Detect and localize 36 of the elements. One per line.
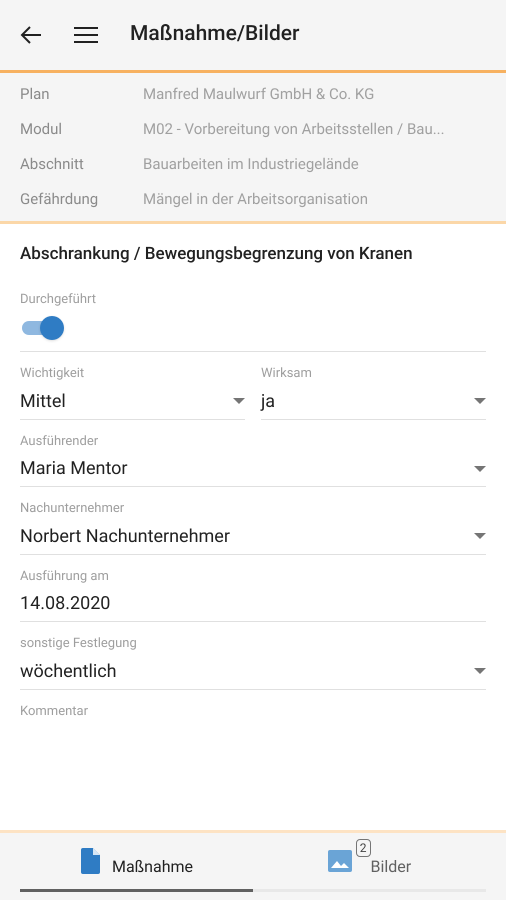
bottom-tab[interactable]: 2 Bilder [253,833,486,892]
field-label: Wirksam [261,365,313,383]
page-title: Maßnahme/Bilder [130,21,300,48]
dropdown-caret-icon [233,398,245,404]
field-label: Ausführender [20,432,100,450]
dropdown-field[interactable]: Maria Mentor [20,451,486,487]
field-label: Durchgeführt [20,290,97,308]
field-label: Nachunternehmer [20,500,126,518]
field-label: sonstige Festlegung [20,635,138,653]
dropdown-caret-icon [474,533,486,539]
info-label: Plan [20,84,51,106]
dropdown-caret-icon [474,466,486,472]
back-arrow-icon[interactable] [20,25,42,45]
field-label: Wichtigkeit [20,365,86,383]
field-label: Kommentar [20,702,90,720]
dropdown-field[interactable]: Mittel [20,384,245,420]
document-icon [80,848,100,874]
info-label: Gefährdung [20,189,100,210]
dropdown-field[interactable]: wöchentlich [20,654,486,690]
info-value: Mängel in der Arbeitsorganisation [143,189,368,210]
bottom-tab[interactable]: Maßnahme [20,833,253,892]
date-field[interactable]: 14.08.2020 [20,586,486,622]
info-value: Bauarbeiten im Industriegelände [143,154,359,176]
count-badge: 2 [356,839,371,857]
dropdown-field[interactable]: Norbert Nachunternehmer [20,518,486,554]
info-label: Modul [20,119,64,140]
menu-icon[interactable] [74,26,98,44]
dropdown-caret-icon [474,668,486,674]
info-value: Manfred Maulwurf GmbH & Co. KG [143,84,374,106]
section-title: Abschrankung / Bewegungsbegrenzung von Kranen [20,243,414,266]
info-value: M02 - Vorbereitung von Arbeitsstellen / Bau... [143,119,445,140]
image-icon [328,850,352,872]
dropdown-caret-icon [474,398,486,404]
info-label: Abschnitt [20,154,85,176]
field-label: Ausführung am [20,568,110,586]
dropdown-field[interactable]: ja [261,384,486,420]
